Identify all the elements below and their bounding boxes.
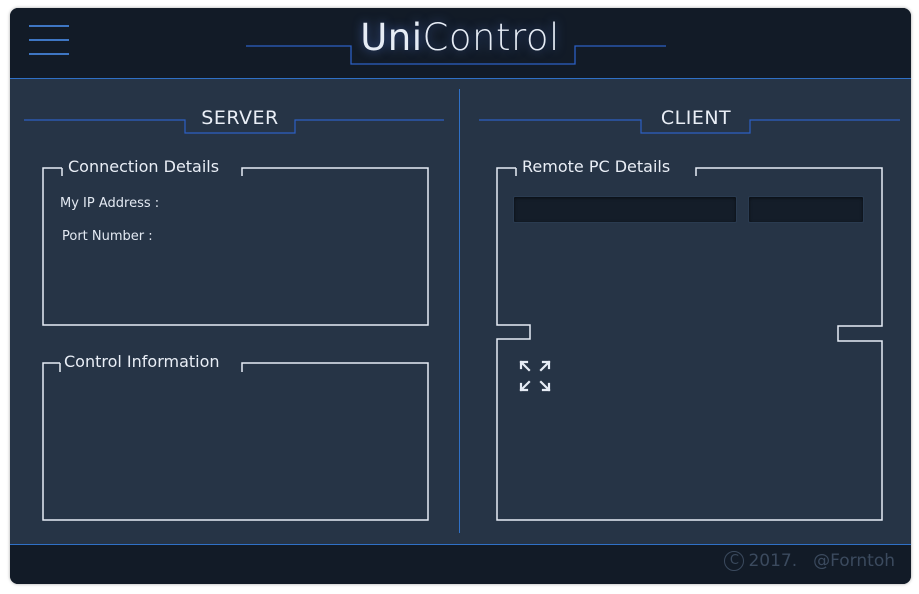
app-title-light: Control [422,16,560,59]
client-heading: CLIENT [660,107,732,129]
remote-ip-input[interactable] [513,196,737,223]
app-title-bold: Uni [360,16,423,59]
copyright-icon: C [724,551,745,571]
header-bar: UniControl [10,8,911,79]
server-heading: SERVER [201,107,279,129]
panel-frames [24,119,900,521]
remote-pc-details-label: Remote PC Details [520,157,673,176]
app-window: UniControl SERVER CLIENT Connection Deta… [10,8,911,584]
control-information-label: Control Information [62,352,222,371]
connection-details-label: Connection Details [66,157,222,176]
app-title: UniControl [360,16,560,59]
footer-bar: C 2017. @Forntoh [10,544,911,584]
copyright-author: @Forntoh [813,551,895,571]
port-number-label: Port Number : [62,229,153,244]
expand-icon[interactable] [519,360,551,392]
my-ip-address-label: My IP Address : [60,196,160,211]
section-divider [459,89,460,533]
main-content: SERVER CLIENT Connection Details My IP A… [10,79,911,544]
copyright-notice: C 2017. @Forntoh [724,551,895,571]
remote-port-input[interactable] [748,196,864,223]
copyright-year: 2017. [748,551,798,571]
